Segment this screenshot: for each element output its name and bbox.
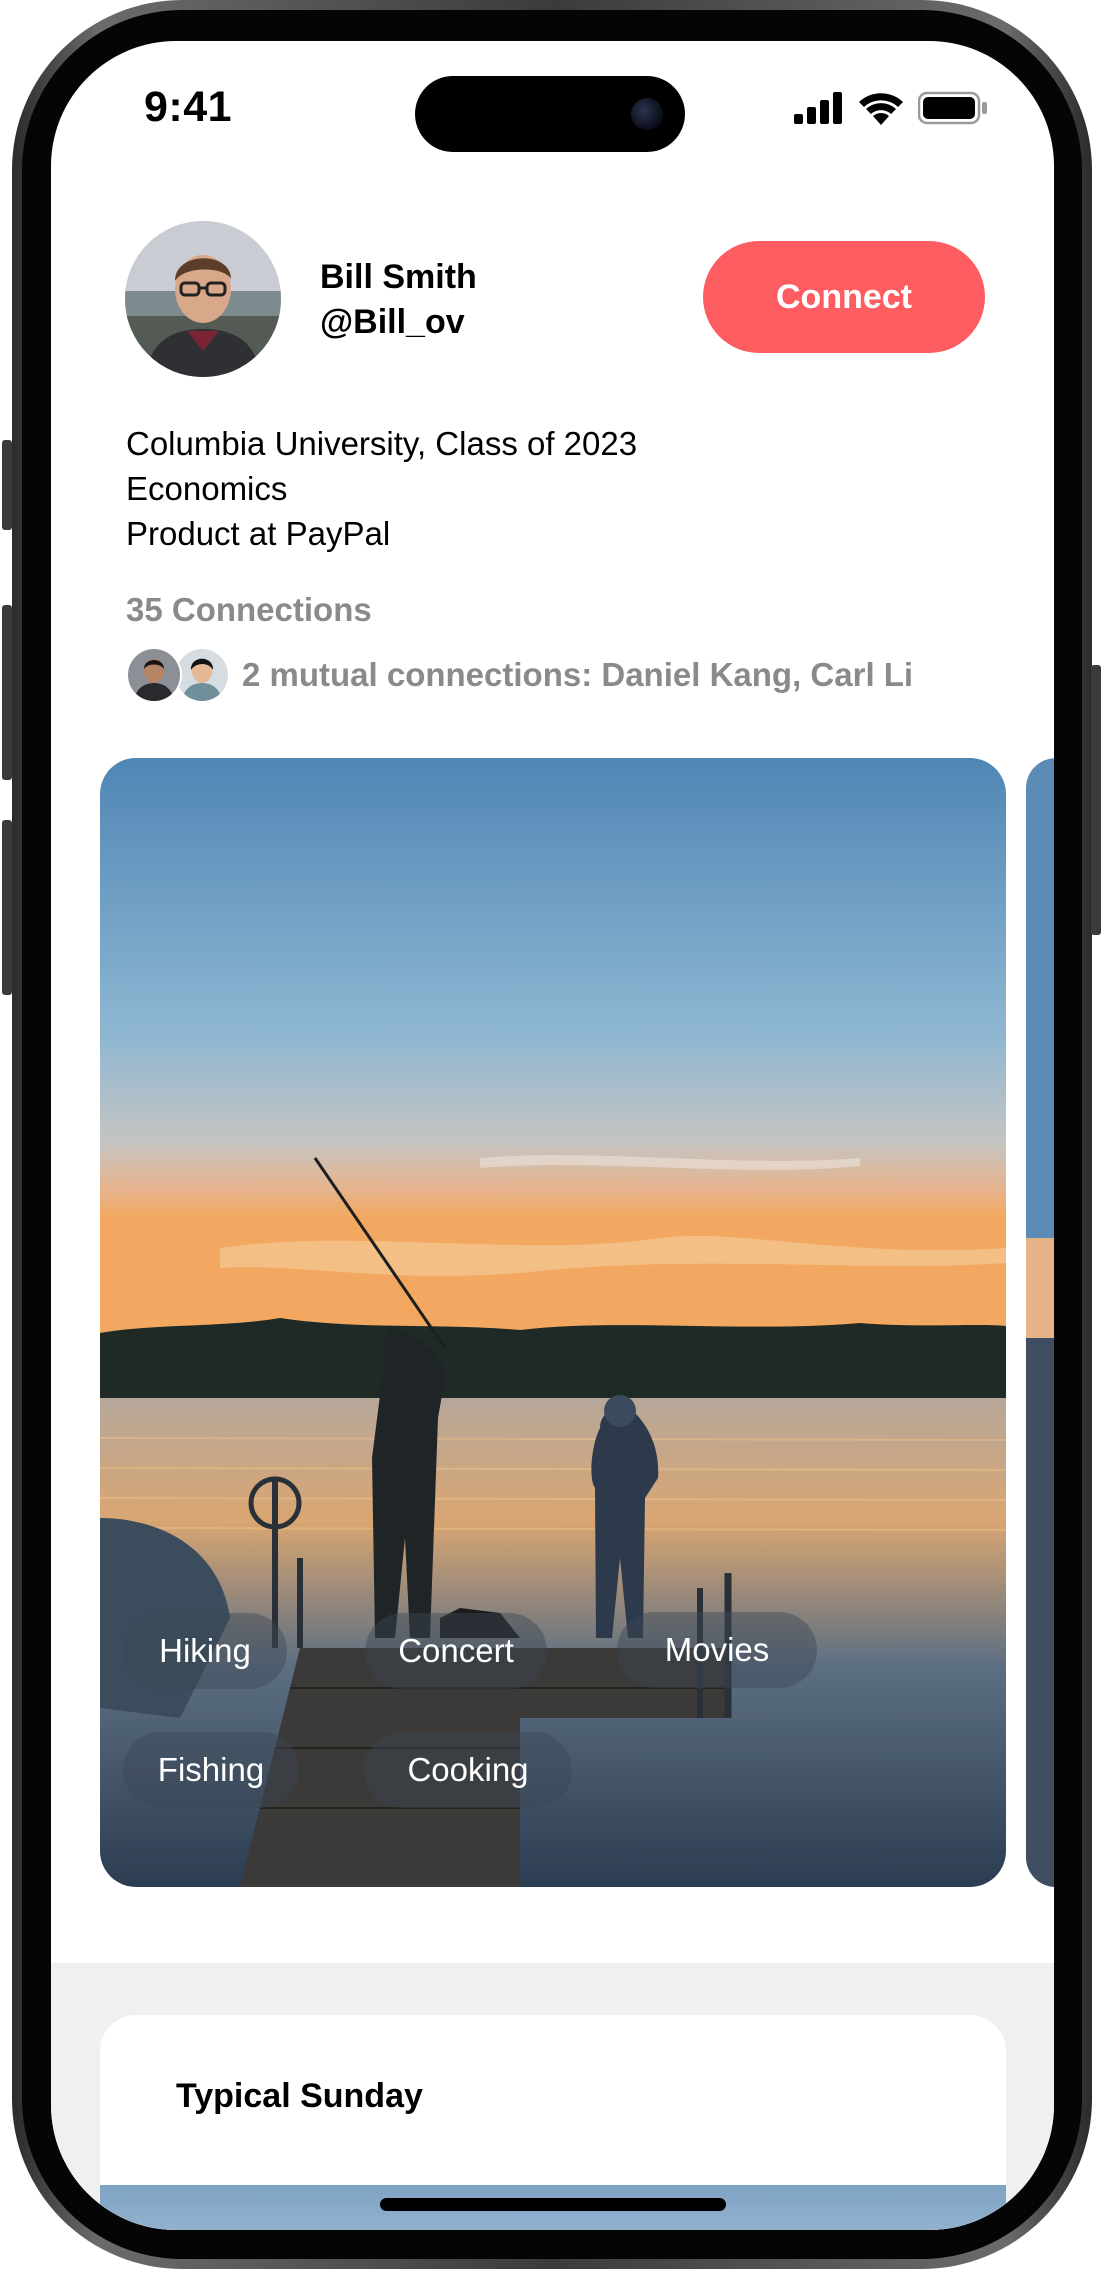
profile-handle: @Bill_ov — [320, 303, 465, 341]
mutual-avatar — [174, 647, 230, 703]
profile-name: Bill Smith — [320, 258, 477, 296]
power-button — [1091, 665, 1101, 935]
bio-major: Economics — [126, 470, 288, 507]
action-button — [2, 440, 12, 530]
status-icons — [794, 91, 988, 125]
interest-tag-movies[interactable]: Movies — [617, 1612, 817, 1688]
volume-down-button — [2, 820, 12, 995]
next-photo-preview — [1026, 758, 1054, 1887]
bio-school: Columbia University, Class of 2023 — [126, 425, 638, 462]
interest-photo-card[interactable]: Hiking Concert Movies Fishing Cooking — [100, 758, 1006, 1887]
interest-tag-label: Hiking — [159, 1632, 251, 1669]
interest-tag-label: Concert — [398, 1632, 514, 1669]
interest-tag-label: Movies — [664, 1631, 770, 1668]
interest-tag-label: Cooking — [407, 1751, 529, 1788]
mutual-connections[interactable]: 2 mutual connections: Daniel Kang, Carl … — [126, 647, 913, 703]
interest-tag-hiking[interactable]: Hiking — [123, 1613, 287, 1689]
interest-tag-cooking[interactable]: Cooking — [364, 1732, 572, 1808]
cellular-signal-icon — [794, 92, 842, 124]
status-time: 9:41 — [144, 83, 233, 131]
interest-tag-concert[interactable]: Concert — [365, 1613, 547, 1689]
interest-tag-label: Fishing — [157, 1751, 265, 1788]
mutual-avatar — [126, 647, 182, 703]
volume-up-button — [2, 605, 12, 780]
home-indicator[interactable] — [380, 2198, 726, 2211]
wifi-icon — [859, 93, 903, 125]
prompt-card-title: Typical Sunday — [176, 2077, 423, 2115]
mutual-connections-text: 2 mutual connections: Daniel Kang, Carl … — [242, 656, 914, 693]
interest-tag-fishing[interactable]: Fishing — [123, 1732, 299, 1808]
profile-bio: Columbia University, Class of 2023 Econo… — [126, 421, 637, 556]
screen: 9:41 Bill Smith @Bill_ov Connect Columbi… — [51, 41, 1054, 2230]
dynamic-island — [415, 76, 685, 152]
camera-icon — [631, 98, 663, 130]
avatar[interactable] — [125, 221, 281, 377]
bio-job: Product at PayPal — [126, 515, 391, 552]
connections-count[interactable]: 35 Connections — [126, 591, 372, 629]
battery-icon — [918, 91, 987, 125]
avatar-photo — [125, 221, 281, 377]
connect-button[interactable]: Connect — [703, 241, 985, 353]
fishing-lake-photo — [100, 758, 1006, 1887]
next-photo-card[interactable] — [1026, 758, 1054, 1887]
